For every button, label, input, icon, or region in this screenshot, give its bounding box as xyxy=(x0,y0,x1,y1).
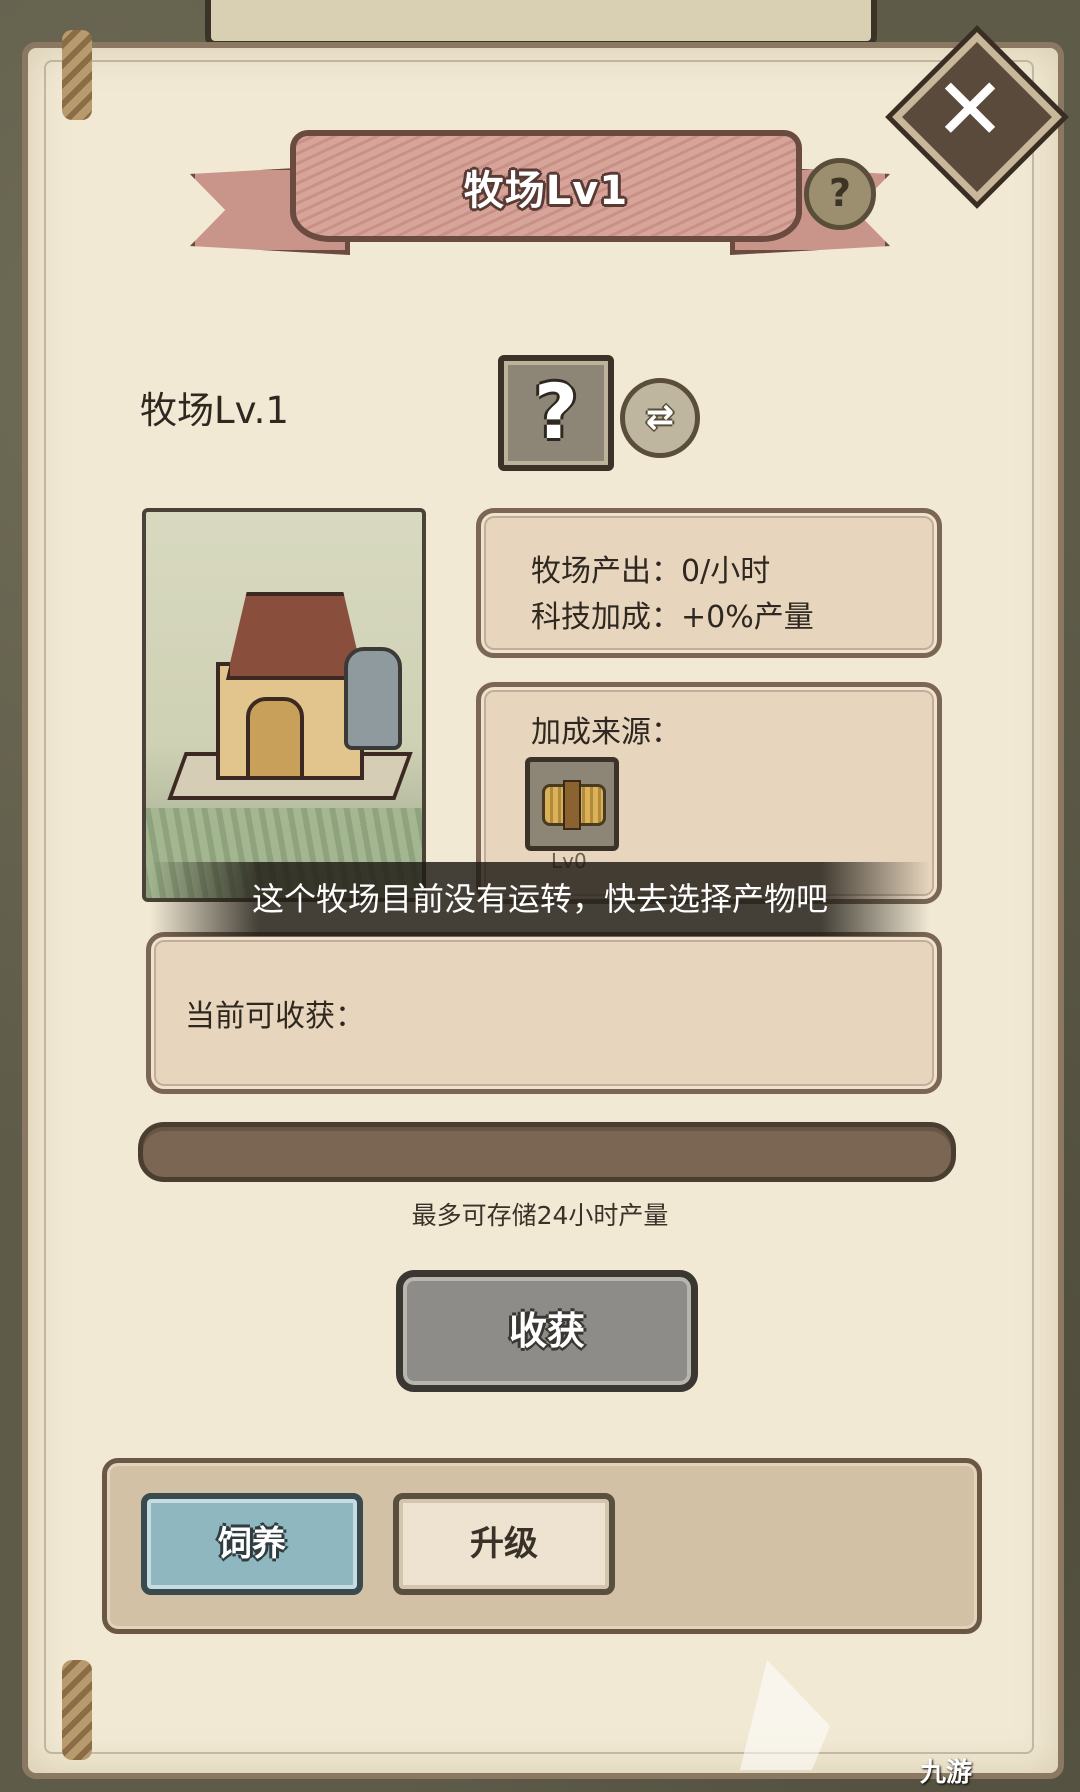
harvest-button[interactable]: 收获 xyxy=(396,1270,698,1392)
help-icon[interactable]: ? xyxy=(804,158,876,230)
rope-decoration-bottom xyxy=(62,1660,92,1760)
watermark-brand: 九游 xyxy=(920,1758,973,1788)
title-ribbon: 牧场Lv1 ? xyxy=(180,110,900,260)
tab-upgrade[interactable]: 升级 xyxy=(393,1493,615,1595)
panel-title: 牧场Lv1 xyxy=(463,168,629,214)
storage-note: 最多可存储24小时产量 xyxy=(411,1201,669,1230)
tab-feed[interactable]: 饲养 xyxy=(141,1493,363,1595)
harvestable-box: 当前可收获： xyxy=(146,932,942,1094)
bonus-source-item[interactable] xyxy=(525,757,619,851)
background-window-tab xyxy=(205,0,877,47)
building-level-label: 牧场Lv.1 xyxy=(140,389,289,432)
hay-band xyxy=(563,780,581,830)
close-button[interactable]: ✕ xyxy=(892,32,1062,202)
bonus-sources-title: 加成来源： xyxy=(531,715,681,750)
milk-tank-icon xyxy=(344,647,402,750)
harvestable-label: 当前可收获： xyxy=(185,999,365,1034)
building-door xyxy=(246,697,304,780)
ribbon-body: 牧场Lv1 ? xyxy=(290,130,876,242)
question-mark-icon: ? xyxy=(533,367,579,456)
watermark-logo-icon xyxy=(740,1660,830,1770)
rope-decoration-top xyxy=(62,30,92,120)
product-select-slot[interactable]: ? xyxy=(498,355,614,471)
swap-icon[interactable]: ⇄ xyxy=(620,378,700,458)
building-image xyxy=(142,508,426,902)
storage-progress-bar xyxy=(138,1122,956,1182)
watermark: 九游 xyxy=(730,1640,1050,1788)
output-rate: 牧场产出：0/小时 xyxy=(531,554,771,589)
close-icon: ✕ xyxy=(933,60,1007,160)
production-stats-box: 牧场产出：0/小时 科技加成：+0%产量 xyxy=(476,508,942,658)
bottom-tab-bar: 饲养 升级 xyxy=(102,1458,982,1634)
tech-bonus: 科技加成：+0%产量 xyxy=(531,600,814,635)
toast-message: 这个牧场目前没有运转，快去选择产物吧 xyxy=(150,862,930,936)
